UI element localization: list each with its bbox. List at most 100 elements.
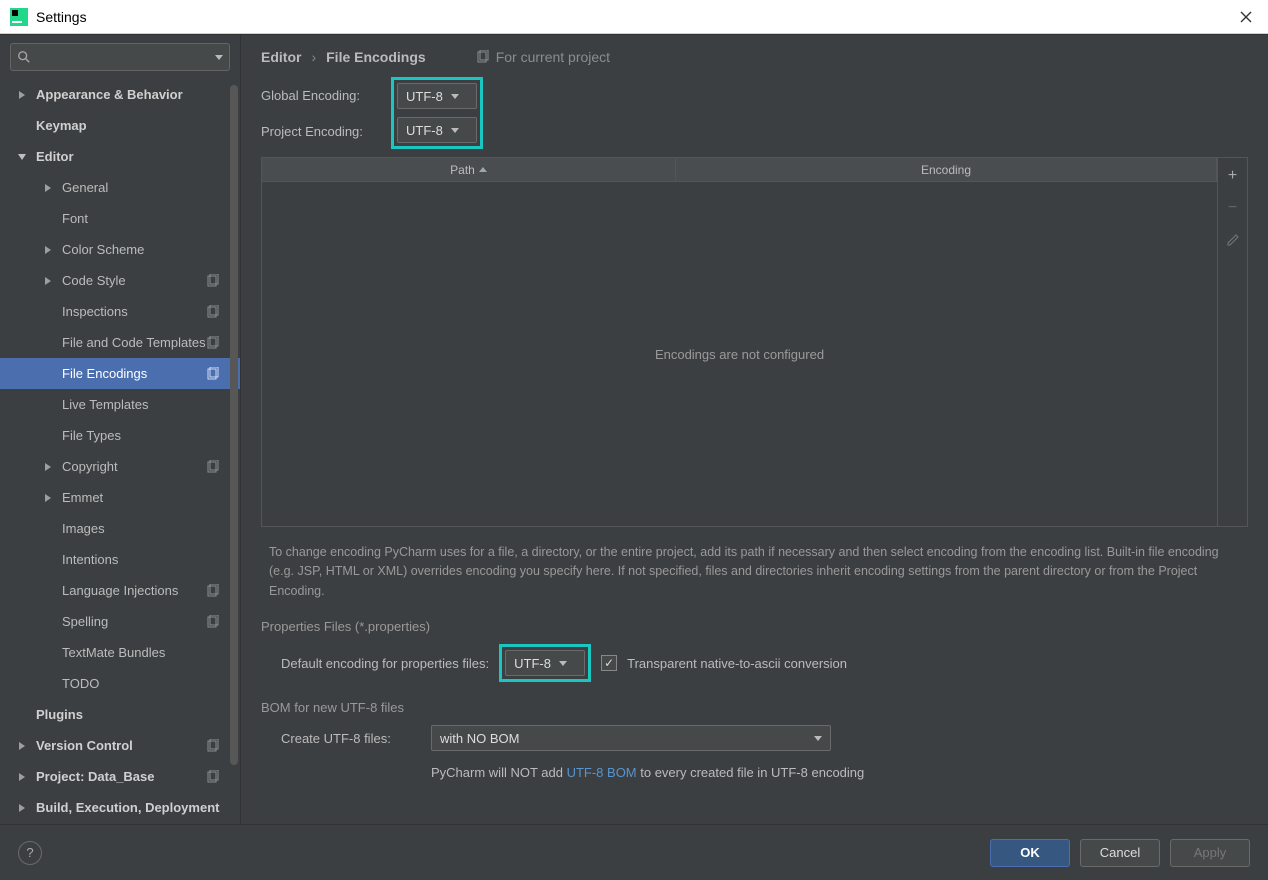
apply-button: Apply <box>1170 839 1250 867</box>
global-encoding-label: Global Encoding: <box>261 88 391 103</box>
sidebar-item-keymap[interactable]: Keymap <box>0 110 240 141</box>
transparent-ascii-checkbox[interactable]: ✓ <box>601 655 617 671</box>
chevron-down-icon <box>814 736 822 741</box>
sidebar-item-images[interactable]: Images <box>0 513 240 544</box>
sidebar-item-label: Keymap <box>36 118 87 133</box>
project-scope-icon <box>206 615 220 629</box>
sidebar-item-label: Version Control <box>36 738 133 753</box>
transparent-ascii-label: Transparent native-to-ascii conversion <box>627 656 847 671</box>
sidebar-item-spelling[interactable]: Spelling <box>0 606 240 637</box>
sidebar-item-editor[interactable]: Editor <box>0 141 240 172</box>
footer: ? OK Cancel Apply <box>0 824 1268 880</box>
app-icon <box>10 8 28 26</box>
project-scope-icon <box>206 739 220 753</box>
ok-button[interactable]: OK <box>990 839 1070 867</box>
sidebar-item-project-data-base[interactable]: Project: Data_Base <box>0 761 240 792</box>
remove-icon: − <box>1223 198 1243 218</box>
project-encoding-dropdown[interactable]: UTF-8 <box>397 117 477 143</box>
global-encoding-dropdown[interactable]: UTF-8 <box>397 83 477 109</box>
sidebar-item-label: Intentions <box>62 552 118 567</box>
breadcrumb-file-encodings: File Encodings <box>326 49 426 65</box>
sidebar-item-copyright[interactable]: Copyright <box>0 451 240 482</box>
utf8-bom-link[interactable]: UTF-8 BOM <box>567 765 637 780</box>
chevron-right-icon <box>42 182 54 194</box>
sidebar-item-intentions[interactable]: Intentions <box>0 544 240 575</box>
sidebar-item-label: Spelling <box>62 614 108 629</box>
sidebar-item-label: General <box>62 180 108 195</box>
project-scope-hint: For current project <box>476 49 610 65</box>
sidebar-scrollbar[interactable] <box>230 85 238 765</box>
close-icon[interactable] <box>1234 5 1258 29</box>
project-scope-icon <box>206 336 220 350</box>
project-scope-icon <box>206 367 220 381</box>
sidebar-item-label: TODO <box>62 676 99 691</box>
project-scope-icon <box>206 460 220 474</box>
chevron-down-icon <box>451 94 459 99</box>
sidebar-item-appearance-behavior[interactable]: Appearance & Behavior <box>0 79 240 110</box>
properties-encoding-label: Default encoding for properties files: <box>281 656 489 671</box>
sidebar-item-textmate-bundles[interactable]: TextMate Bundles <box>0 637 240 668</box>
breadcrumb: Editor › File Encodings For current proj… <box>241 35 1268 77</box>
project-scope-icon <box>206 305 220 319</box>
sidebar-item-code-style[interactable]: Code Style <box>0 265 240 296</box>
sidebar-item-font[interactable]: Font <box>0 203 240 234</box>
create-utf8-dropdown[interactable]: with NO BOM <box>431 725 831 751</box>
create-utf8-label: Create UTF-8 files: <box>281 731 421 746</box>
sidebar-item-label: Editor <box>36 149 74 164</box>
add-icon[interactable]: + <box>1223 166 1243 186</box>
search-history-icon[interactable] <box>215 55 223 60</box>
edit-icon <box>1223 230 1243 250</box>
copy-icon <box>476 50 490 64</box>
highlight-properties-dropdown: UTF-8 <box>499 644 591 682</box>
sidebar-item-label: Project: Data_Base <box>36 769 155 784</box>
sidebar-item-label: Language Injections <box>62 583 178 598</box>
search-input[interactable] <box>10 43 230 71</box>
bom-hint: PyCharm will NOT add UTF-8 BOM to every … <box>241 755 1268 780</box>
chevron-right-icon <box>16 740 28 752</box>
sidebar-item-live-templates[interactable]: Live Templates <box>0 389 240 420</box>
encoding-table: Path Encoding Encodings are not configur… <box>261 157 1248 527</box>
chevron-right-icon: › <box>311 49 316 65</box>
sidebar-item-inspections[interactable]: Inspections <box>0 296 240 327</box>
sidebar-item-todo[interactable]: TODO <box>0 668 240 699</box>
help-button[interactable]: ? <box>18 841 42 865</box>
sidebar-item-file-encodings[interactable]: File Encodings <box>0 358 240 389</box>
sidebar-item-label: Copyright <box>62 459 118 474</box>
project-scope-icon <box>206 584 220 598</box>
sidebar-item-color-scheme[interactable]: Color Scheme <box>0 234 240 265</box>
content-panel: Editor › File Encodings For current proj… <box>241 35 1268 824</box>
project-scope-icon <box>206 770 220 784</box>
bom-section-title: BOM for new UTF-8 files <box>241 686 1268 721</box>
table-empty-message: Encodings are not configured <box>262 182 1217 526</box>
search-icon <box>17 50 31 64</box>
sidebar: Appearance & Behavior Keymap Editor General… <box>0 35 241 824</box>
cancel-button[interactable]: Cancel <box>1080 839 1160 867</box>
sidebar-item-label: Plugins <box>36 707 83 722</box>
sidebar-item-label: Font <box>62 211 88 226</box>
sidebar-item-label: File Types <box>62 428 121 443</box>
sidebar-item-general[interactable]: General <box>0 172 240 203</box>
properties-encoding-dropdown[interactable]: UTF-8 <box>505 650 585 676</box>
chevron-right-icon <box>16 771 28 783</box>
sidebar-item-file-types[interactable]: File Types <box>0 420 240 451</box>
sidebar-item-version-control[interactable]: Version Control <box>0 730 240 761</box>
chevron-right-icon <box>42 275 54 287</box>
chevron-right-icon <box>16 802 28 814</box>
sidebar-item-build-execution-deployment[interactable]: Build, Execution, Deployment <box>0 792 240 823</box>
chevron-down-icon <box>559 661 567 666</box>
sidebar-item-plugins[interactable]: Plugins <box>0 699 240 730</box>
column-encoding[interactable]: Encoding <box>676 158 1217 181</box>
highlight-encoding-dropdowns: UTF-8 UTF-8 <box>391 77 483 149</box>
sidebar-item-language-injections[interactable]: Language Injections <box>0 575 240 606</box>
sidebar-item-label: Images <box>62 521 105 536</box>
help-text: To change encoding PyCharm uses for a fi… <box>241 527 1268 611</box>
window-title: Settings <box>36 9 87 25</box>
sidebar-item-label: TextMate Bundles <box>62 645 165 660</box>
breadcrumb-editor[interactable]: Editor <box>261 49 301 65</box>
column-path[interactable]: Path <box>262 158 676 181</box>
sidebar-item-emmet[interactable]: Emmet <box>0 482 240 513</box>
titlebar: Settings <box>0 0 1268 34</box>
properties-section-title: Properties Files (*.properties) <box>241 611 1268 640</box>
sidebar-item-label: Live Templates <box>62 397 148 412</box>
sidebar-item-file-and-code-templates[interactable]: File and Code Templates <box>0 327 240 358</box>
